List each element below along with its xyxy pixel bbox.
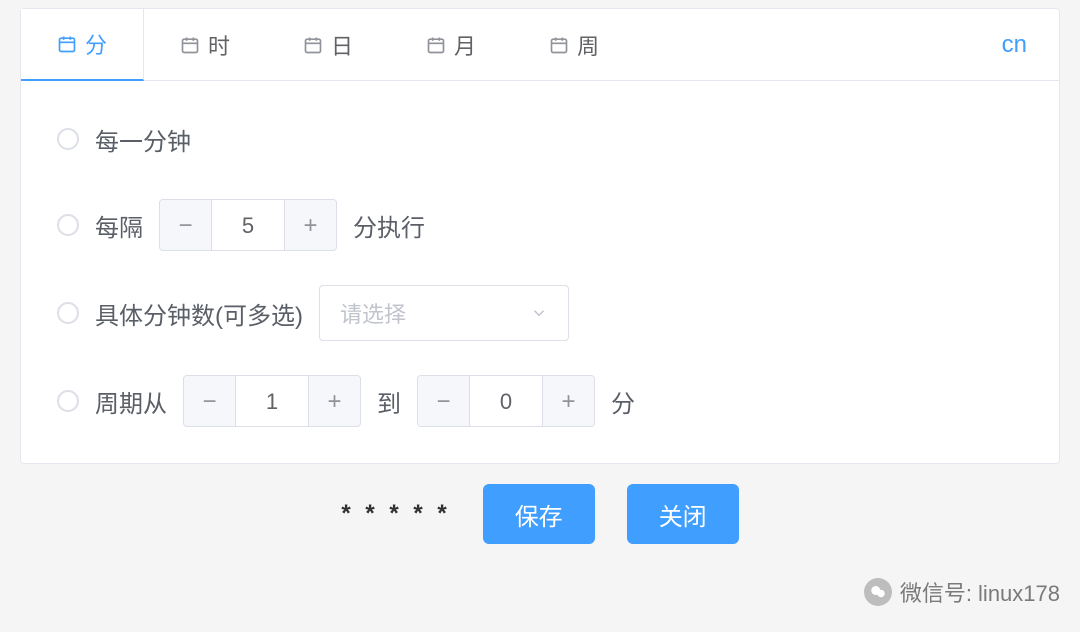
- tab-month-label: 月: [454, 29, 476, 61]
- cycle-to-increment[interactable]: +: [542, 376, 594, 427]
- calendar-icon: [426, 35, 446, 55]
- tab-day-label: 日: [331, 29, 353, 61]
- radio-cycle[interactable]: [57, 390, 79, 412]
- option-interval-prefix: 每隔: [95, 208, 143, 243]
- tab-month[interactable]: 月: [390, 9, 513, 81]
- cycle-from-stepper: − +: [183, 375, 361, 427]
- interval-increment[interactable]: +: [284, 200, 336, 251]
- radio-interval[interactable]: [57, 214, 79, 236]
- cron-panel: 分 时 日 月 周 cn: [20, 8, 1060, 464]
- option-cycle-mid: 到: [377, 384, 401, 419]
- option-cycle-row: 周期从 − + 到 − + 分: [57, 375, 1023, 427]
- lang-toggle[interactable]: cn: [970, 31, 1059, 59]
- specific-select-placeholder: 请选择: [340, 297, 406, 329]
- option-specific-row: 具体分钟数(可多选) 请选择: [57, 285, 1023, 341]
- footer: * * * * * 保存 关闭: [0, 464, 1080, 564]
- cycle-to-decrement[interactable]: −: [418, 376, 470, 427]
- panel-body: 每一分钟 每隔 − + 分执行 具体分钟数(可多选) 请选择 周: [21, 81, 1059, 463]
- watermark-text: 微信号: linux178: [900, 576, 1060, 608]
- cycle-to-input[interactable]: [470, 376, 542, 427]
- specific-select[interactable]: 请选择: [319, 285, 569, 341]
- tabs: 分 时 日 月 周 cn: [21, 9, 1059, 81]
- save-button[interactable]: 保存: [483, 484, 595, 544]
- tab-minute-label: 分: [85, 28, 107, 60]
- calendar-icon: [303, 35, 323, 55]
- cycle-from-increment[interactable]: +: [308, 376, 360, 427]
- option-cycle-prefix: 周期从: [95, 384, 167, 419]
- tab-day[interactable]: 日: [267, 9, 390, 81]
- close-button[interactable]: 关闭: [627, 484, 739, 544]
- radio-every-minute[interactable]: [57, 128, 79, 150]
- wechat-icon: [864, 578, 892, 606]
- option-interval-suffix: 分执行: [353, 208, 425, 243]
- cycle-from-decrement[interactable]: −: [184, 376, 236, 427]
- tab-week[interactable]: 周: [513, 9, 636, 81]
- cycle-to-stepper: − +: [417, 375, 595, 427]
- option-every-minute-label: 每一分钟: [95, 122, 191, 157]
- tab-hour-label: 时: [208, 29, 230, 61]
- tab-week-label: 周: [577, 29, 599, 61]
- option-every-minute-row: 每一分钟: [57, 113, 1023, 165]
- radio-specific[interactable]: [57, 302, 79, 324]
- interval-decrement[interactable]: −: [160, 200, 212, 251]
- option-cycle-suffix: 分: [611, 384, 635, 419]
- calendar-icon: [57, 34, 77, 54]
- cycle-from-input[interactable]: [236, 376, 308, 427]
- cron-expression: * * * * *: [341, 500, 450, 528]
- watermark: 微信号: linux178: [864, 576, 1060, 608]
- tab-minute[interactable]: 分: [21, 9, 144, 81]
- interval-input[interactable]: [212, 200, 284, 251]
- calendar-icon: [180, 35, 200, 55]
- interval-stepper: − +: [159, 199, 337, 251]
- tab-hour[interactable]: 时: [144, 9, 267, 81]
- option-specific-label: 具体分钟数(可多选): [95, 296, 303, 331]
- calendar-icon: [549, 35, 569, 55]
- option-interval-row: 每隔 − + 分执行: [57, 199, 1023, 251]
- chevron-down-icon: [530, 304, 548, 322]
